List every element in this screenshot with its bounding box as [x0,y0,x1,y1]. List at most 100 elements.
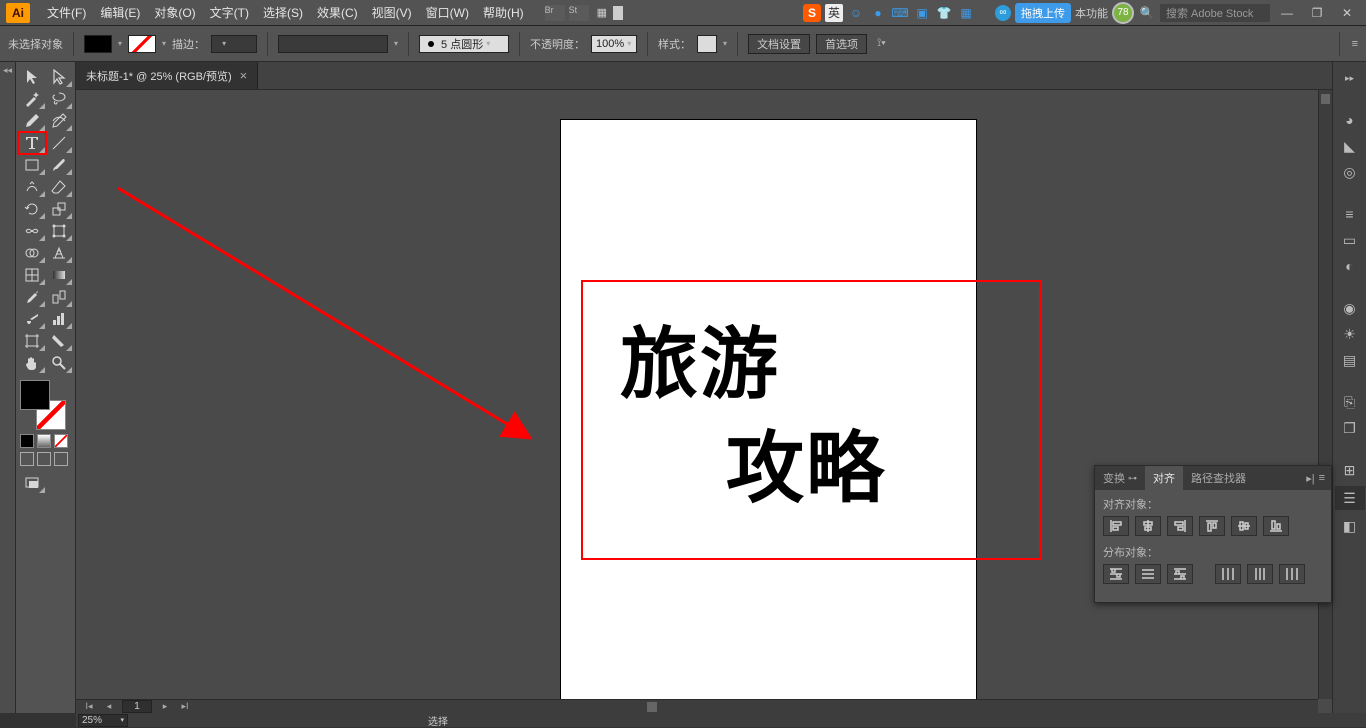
menu-window[interactable]: 窗口(W) [419,0,476,25]
toolbox-handle[interactable]: ◂◂ [0,62,16,713]
gpu-icon[interactable] [613,6,623,20]
menu-help[interactable]: 帮助(H) [476,0,531,25]
search-icon[interactable]: 🔍 [1138,4,1156,22]
eyedropper-tool[interactable] [18,286,46,308]
arrange-icon[interactable]: ▦ [597,6,607,19]
expand-panels-icon[interactable]: ▸▸ [1340,68,1360,88]
first-page-icon[interactable]: I◂ [82,701,96,712]
sogou-ime-icon[interactable]: S [803,4,821,22]
pin-icon[interactable]: ⟟▾ [877,37,886,50]
slice-tool[interactable] [46,330,74,352]
prev-page-icon[interactable]: ◂ [102,701,116,712]
brush-profile-field[interactable]: 5 点圆形 [419,35,509,53]
ime-lang[interactable]: 英 [825,4,843,22]
selection-tool[interactable] [18,66,46,88]
bridge-icon[interactable]: Br [545,5,565,21]
artboard-tool[interactable] [18,330,46,352]
panel-collapse-icon[interactable]: ▸| [1306,472,1314,485]
mesh-tool[interactable] [18,264,46,286]
appearance-panel-icon[interactable]: ◉ [1340,298,1360,318]
canvas[interactable]: 旅游 攻略 I◂ ◂ 1 ▸ ▸I [76,90,1332,713]
menu-view[interactable]: 视图(V) [365,0,419,25]
lasso-tool[interactable] [46,88,74,110]
scrollbar-vertical[interactable] [1318,90,1332,699]
menu-type[interactable]: 文字(T) [203,0,256,25]
type-tool[interactable] [18,132,46,154]
width-tool[interactable] [18,220,46,242]
stroke-panel-icon[interactable]: ≡ [1340,204,1360,224]
scale-tool[interactable] [46,198,74,220]
dist-top-button[interactable] [1103,564,1129,584]
align-top-button[interactable] [1199,516,1225,536]
draw-inside-icon[interactable] [54,452,68,466]
doc-setup-button[interactable]: 文档设置 [748,34,810,54]
menu-effect[interactable]: 效果(C) [310,0,365,25]
magic-wand-tool[interactable] [18,88,46,110]
align-right-button[interactable] [1167,516,1193,536]
hand-tool[interactable] [18,352,46,374]
dist-vcenter-button[interactable] [1135,564,1161,584]
color-guide-panel-icon[interactable]: ◣ [1340,136,1360,156]
draw-normal-icon[interactable] [20,452,34,466]
brush-preview[interactable] [278,35,388,53]
menu-object[interactable]: 对象(O) [147,0,202,25]
dist-hcenter-button[interactable] [1247,564,1273,584]
mini-color-fill[interactable] [20,434,34,448]
pathfinder-panel-collapsed-icon[interactable]: ◧ [1340,516,1360,536]
document-tab[interactable]: 未标题-1* @ 25% (RGB/预览) × [76,62,258,89]
close-tab-icon[interactable]: × [240,68,248,83]
color-panel-icon[interactable]: ◕ [1340,110,1360,130]
artboard-number-field[interactable]: 1 [122,700,152,713]
curvature-tool[interactable] [46,110,74,132]
dist-left-button[interactable] [1215,564,1241,584]
align-bottom-button[interactable] [1263,516,1289,536]
gradient-panel-icon[interactable]: ▭ [1340,230,1360,250]
last-page-icon[interactable]: ▸I [178,701,192,712]
paintbrush-tool[interactable] [46,154,74,176]
mini-color-none[interactable] [54,434,68,448]
ime-skin-icon[interactable]: ▣ [913,4,931,22]
tab-transform[interactable]: 变换⊶ [1095,466,1145,490]
line-segment-tool[interactable] [46,132,74,154]
dist-right-button[interactable] [1279,564,1305,584]
free-transform-tool[interactable] [46,220,74,242]
stroke-weight-field[interactable] [211,35,257,53]
opacity-field[interactable]: 100% [591,35,637,53]
text-object-2[interactable]: 攻略 [726,406,886,518]
artboards-panel-icon[interactable]: ❐ [1340,418,1360,438]
menu-edit[interactable]: 编辑(E) [93,0,147,25]
gradient-tool[interactable] [46,264,74,286]
draw-behind-icon[interactable] [37,452,51,466]
ime-voice-icon[interactable]: ● [869,4,887,22]
tab-align[interactable]: 对齐 [1145,466,1183,490]
align-left-button[interactable] [1103,516,1129,536]
window-close-icon[interactable]: ✕ [1334,3,1360,23]
stock-search-input[interactable]: 搜索 Adobe Stock [1160,4,1270,22]
window-minimize-icon[interactable]: ― [1274,3,1300,23]
menu-select[interactable]: 选择(S) [256,0,310,25]
swatches-panel-icon[interactable]: ◎ [1340,162,1360,182]
eraser-tool[interactable] [46,176,74,198]
screen-mode-tool[interactable] [18,472,46,494]
menu-file[interactable]: 文件(F) [40,0,93,25]
scrollbar-horizontal[interactable]: I◂ ◂ 1 ▸ ▸I [76,699,1318,713]
tab-pathfinder[interactable]: 路径查找器 [1183,466,1254,490]
ime-emoji-icon[interactable]: ☺ [847,4,865,22]
dist-bottom-button[interactable] [1167,564,1193,584]
transform-panel-collapsed-icon[interactable]: ⊞ [1340,460,1360,480]
panel-menu-icon[interactable]: ≡ [1319,472,1325,485]
align-vcenter-button[interactable] [1231,516,1257,536]
zoom-tool[interactable] [46,352,74,374]
prefs-button[interactable]: 首选项 [816,34,867,54]
stock-icon[interactable]: St [569,5,589,21]
text-object-1[interactable]: 旅游 [620,302,780,414]
transparency-panel-icon[interactable]: ◐ [1340,256,1360,276]
stroke-swatch[interactable] [128,35,156,53]
shape-builder-tool[interactable] [18,242,46,264]
mini-color-gradient[interactable] [37,434,51,448]
window-restore-icon[interactable]: ❐ [1304,3,1330,23]
ime-keyboard-icon[interactable]: ⌨ [891,4,909,22]
align-panel-icon[interactable] [1287,36,1303,52]
pen-tool[interactable] [18,110,46,132]
asset-export-panel-icon[interactable]: ⎘ [1340,392,1360,412]
